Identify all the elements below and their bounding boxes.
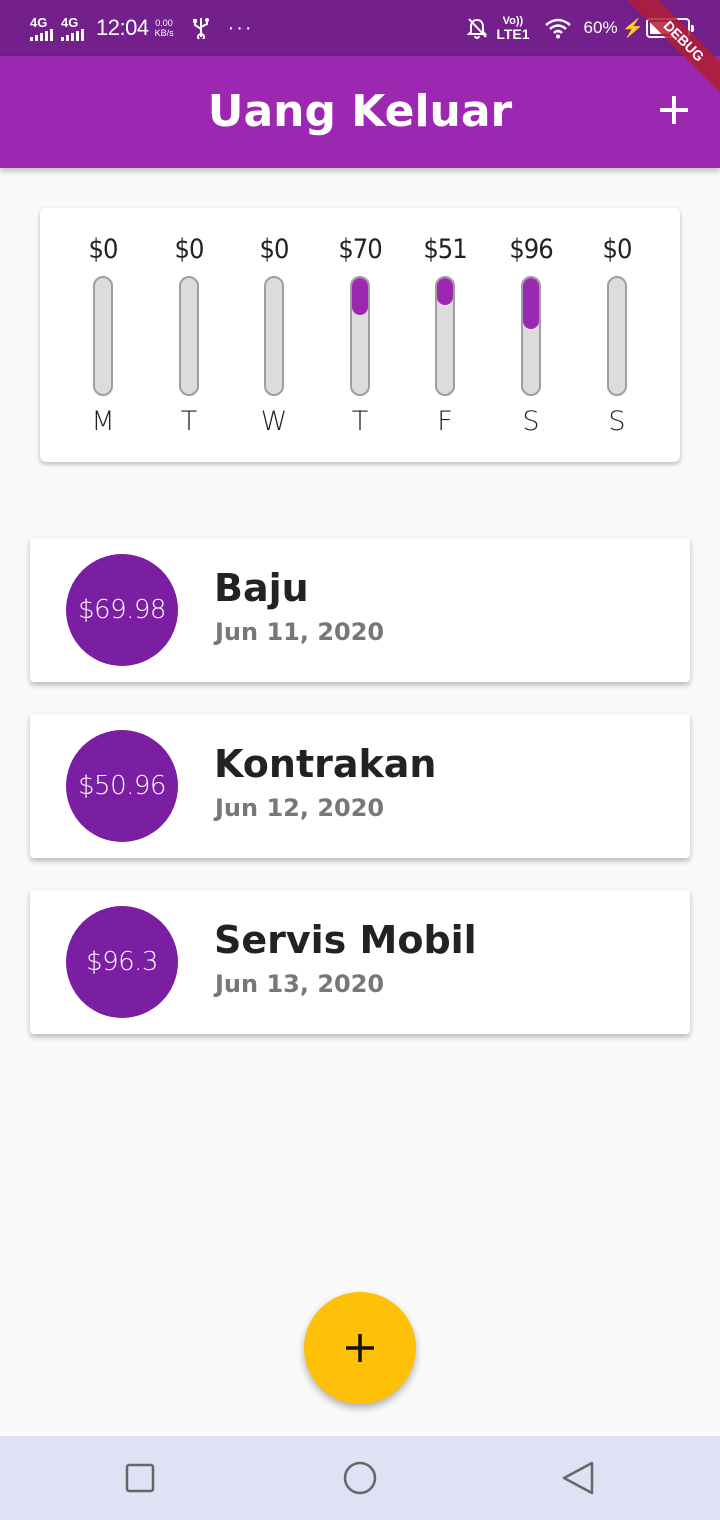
- bell-off-icon: [466, 18, 488, 39]
- amount-avatar: $96.3: [66, 906, 178, 1018]
- status-bar: 4G 4G 12:04 0.00 KB/s ··· Vo)) LTE1 60% …: [0, 0, 720, 56]
- speed-value: 0.00: [155, 18, 173, 28]
- speed-unit: KB/s: [154, 28, 174, 38]
- bar-track: [521, 276, 541, 396]
- chart-bar-column: $96 S: [488, 208, 574, 462]
- battery-percent: 60%: [583, 18, 618, 37]
- triangle-back-icon: [562, 1461, 594, 1495]
- transaction-title: Kontrakan: [214, 742, 437, 786]
- signal-bars-icon: [61, 28, 84, 41]
- transaction-date: Jun 11, 2020: [215, 618, 385, 646]
- network-speed: 0.00 KB/s: [155, 18, 174, 38]
- plus-icon: [660, 96, 688, 124]
- volte-indicator: Vo)) LTE1: [496, 15, 529, 41]
- bar-track: [179, 276, 199, 396]
- bar-amount-label: $70: [338, 234, 382, 265]
- chart-bar-column: $70 T: [317, 208, 403, 462]
- home-button[interactable]: [340, 1458, 380, 1498]
- chart-bar-column: $0 S: [574, 208, 660, 462]
- bar-amount-label: $0: [88, 234, 119, 265]
- status-left: 4G 4G 12:04 0.00 KB/s ···: [30, 0, 254, 56]
- add-transaction-button[interactable]: [654, 90, 694, 130]
- signal-indicator-1: 4G: [30, 16, 53, 41]
- app-bar: Uang Keluar: [0, 56, 720, 168]
- signal-label: 4G: [61, 14, 79, 30]
- chart-bar-column: $0 M: [60, 208, 146, 462]
- bar-amount-label: $96: [509, 234, 553, 265]
- weekly-chart-card: $0 M $0 T $0 W $70 T $51 F $96 S $0 S: [40, 208, 680, 462]
- wifi-icon: [544, 18, 571, 39]
- bar-fill: [352, 278, 368, 316]
- signal-bars-icon: [30, 28, 53, 41]
- amount-avatar: $69.98: [66, 554, 178, 666]
- recent-apps-button[interactable]: [120, 1458, 160, 1498]
- transaction-amount: $69.98: [78, 595, 166, 625]
- clock: 12:04: [96, 15, 149, 40]
- amount-avatar: $50.96: [66, 730, 178, 842]
- bar-amount-label: $0: [174, 234, 205, 265]
- bar-amount-label: $0: [259, 234, 290, 265]
- bar-fill: [437, 278, 453, 305]
- more-dots-icon: ···: [227, 17, 254, 39]
- bar-amount-label: $51: [423, 234, 467, 265]
- bar-day-label: T: [180, 406, 198, 437]
- volte-bottom: LTE1: [496, 26, 530, 42]
- transaction-date: Jun 13, 2020: [215, 970, 385, 998]
- system-nav-bar: [0, 1436, 720, 1520]
- bar-day-label: M: [91, 406, 115, 437]
- bar-day-label: F: [437, 406, 453, 437]
- transaction-amount: $96.3: [86, 947, 158, 977]
- bar-track: [264, 276, 284, 396]
- bar-day-label: S: [522, 406, 540, 437]
- plus-icon: [346, 1334, 374, 1362]
- transaction-card[interactable]: $50.96 Kontrakan Jun 12, 2020: [30, 714, 690, 858]
- chart-bar-column: $0 T: [146, 208, 232, 462]
- usb-icon: [192, 18, 209, 39]
- charging-bolt-icon: ⚡: [621, 17, 644, 38]
- bar-day-label: W: [260, 406, 288, 437]
- circle-icon: [343, 1461, 377, 1495]
- transaction-card[interactable]: $69.98 Baju Jun 11, 2020: [30, 538, 690, 682]
- signal-label: 4G: [30, 14, 48, 30]
- transaction-title: Servis Mobil: [214, 918, 477, 962]
- add-transaction-fab[interactable]: [304, 1292, 416, 1404]
- transaction-title: Baju: [214, 566, 309, 610]
- bar-track: [350, 276, 370, 396]
- bar-track: [93, 276, 113, 396]
- bar-track: [607, 276, 627, 396]
- back-button[interactable]: [558, 1458, 598, 1498]
- chart-bar-column: $0 W: [231, 208, 317, 462]
- bar-fill: [523, 278, 539, 330]
- bar-amount-label: $0: [602, 234, 633, 265]
- transaction-date: Jun 12, 2020: [215, 794, 385, 822]
- bar-day-label: S: [608, 406, 626, 437]
- signal-indicator-2: 4G: [61, 16, 84, 41]
- bar-track: [435, 276, 455, 396]
- square-icon: [125, 1463, 155, 1493]
- chart-bar-column: $51 F: [402, 208, 488, 462]
- bar-day-label: T: [351, 406, 369, 437]
- page-title: Uang Keluar: [207, 86, 513, 137]
- transaction-amount: $50.96: [78, 771, 166, 801]
- transaction-card[interactable]: $96.3 Servis Mobil Jun 13, 2020: [30, 890, 690, 1034]
